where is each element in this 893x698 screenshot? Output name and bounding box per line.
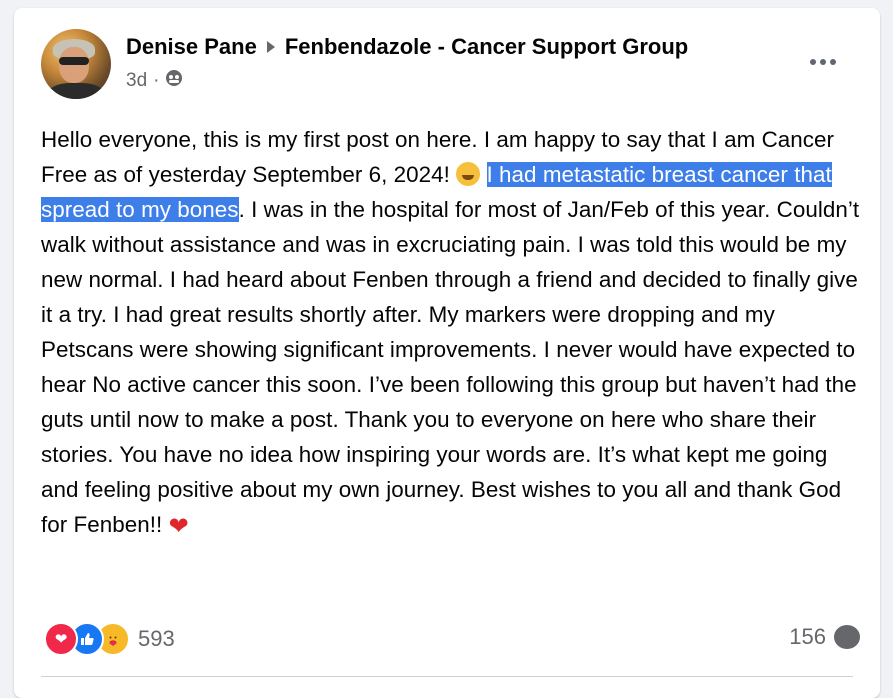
more-options-icon[interactable] [810, 52, 846, 72]
reaction-count[interactable]: 593 [138, 626, 175, 652]
caret-right-icon [265, 39, 277, 55]
post-header: Denise Pane Fenbendazole - Cancer Suppor… [126, 34, 688, 60]
meta-dot: · [153, 70, 160, 91]
comment-count[interactable]: 156 [789, 624, 826, 650]
post-timestamp[interactable]: 3d [126, 70, 147, 92]
reactions-summary[interactable]: ❤ 593 [44, 622, 175, 656]
heart-emoji-icon: ❤ [168, 513, 189, 540]
comments-summary[interactable]: 156 [789, 624, 860, 650]
post-text-3: . I was in the hospital for most of Jan/… [41, 197, 860, 537]
divider [41, 676, 853, 677]
post-card: Denise Pane Fenbendazole - Cancer Suppor… [14, 8, 880, 698]
party-face-icon [456, 162, 481, 186]
author-avatar[interactable] [41, 29, 111, 99]
author-name[interactable]: Denise Pane [126, 34, 257, 60]
group-name[interactable]: Fenbendazole - Cancer Support Group [285, 34, 688, 60]
group-privacy-icon [165, 69, 183, 93]
post-body: Hello everyone, this is my first post on… [41, 122, 867, 544]
comment-icon [834, 625, 860, 649]
post-text-2 [480, 162, 486, 187]
love-reaction-icon: ❤ [44, 622, 78, 656]
post-meta: 3d · [126, 69, 183, 93]
